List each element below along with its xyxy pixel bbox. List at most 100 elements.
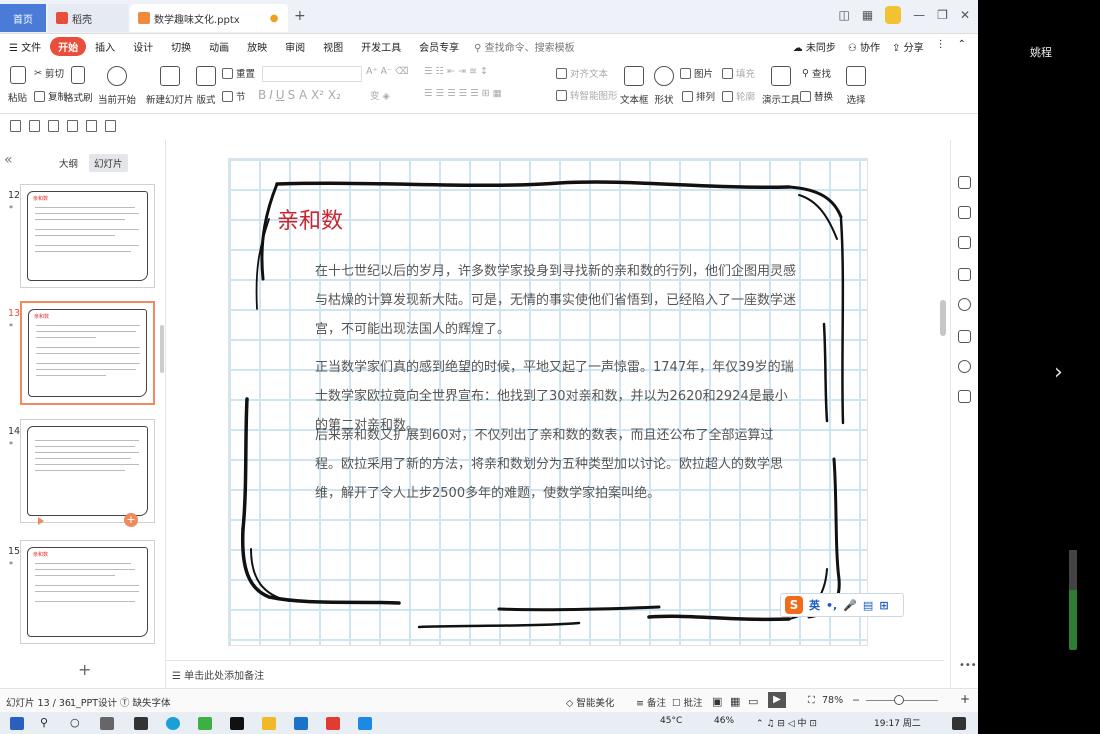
more-icon[interactable]: ⋮: [936, 39, 946, 54]
menu-view[interactable]: 视图: [314, 39, 352, 54]
outline-button[interactable]: 轮廓: [722, 89, 755, 103]
zoom-slider-knob[interactable]: [894, 695, 904, 705]
paragraph-align-buttons[interactable]: ☰ ☰ ☰ ☰ ☰ ⊞ ▦: [424, 88, 502, 99]
thumb-play-icon[interactable]: [38, 517, 44, 525]
zoom-out-icon[interactable]: −: [852, 695, 860, 706]
copy-button[interactable]: 复制: [34, 89, 67, 103]
menu-animation[interactable]: 动画: [200, 39, 238, 54]
wps-icon[interactable]: [326, 717, 340, 730]
menu-slideshow[interactable]: 放映: [238, 39, 276, 54]
menu-insert[interactable]: 插入: [86, 39, 124, 54]
cortana-icon[interactable]: ○: [70, 716, 80, 729]
canvas-scroll-knob[interactable]: [940, 300, 946, 336]
current-slide[interactable]: 亲和数 在十七世纪以后的岁月，许多数学家投身到寻找新的亲和数的行列，他们企图用灵…: [228, 158, 868, 646]
notification-icon[interactable]: [952, 717, 966, 730]
sync-button[interactable]: ☁ 未同步: [793, 39, 836, 54]
canvas-scrollbar[interactable]: [940, 150, 948, 650]
align-text-button[interactable]: 对齐文本: [556, 66, 608, 80]
format-painter-button[interactable]: 格式刷: [64, 66, 93, 104]
menu-member[interactable]: 会员专享: [410, 39, 468, 54]
shield-icon[interactable]: [958, 330, 971, 343]
user-avatar[interactable]: [885, 6, 902, 24]
search-icon[interactable]: ⚲: [40, 716, 48, 729]
list-buttons[interactable]: ☰ ☷ ⇤ ⇥ ≋ ↕: [424, 66, 488, 77]
collab-button[interactable]: ⚇ 协作: [848, 39, 880, 54]
slideshow-play-icon[interactable]: ▶: [768, 692, 786, 708]
font-size-buttons[interactable]: A⁺ A⁻ ⌫: [366, 66, 409, 77]
sogou-ime-toolbar[interactable]: S 英 •, 🎤 ▤ ⊞: [780, 593, 904, 617]
replace-button[interactable]: 替换: [800, 89, 833, 103]
slide-thumbnail-15[interactable]: 亲和数: [20, 540, 155, 644]
preview-icon[interactable]: [67, 120, 78, 132]
browser-e-icon[interactable]: [198, 717, 212, 730]
slide-thumbnail-14[interactable]: [20, 419, 155, 523]
menu-developer[interactable]: 开发工具: [352, 39, 410, 54]
textbox-button[interactable]: 文本框: [620, 66, 649, 106]
tab-slides[interactable]: 幻灯片: [89, 154, 128, 172]
app-fan-icon[interactable]: [134, 717, 148, 730]
tab-daoke[interactable]: 稻壳: [48, 4, 128, 32]
theme-name[interactable]: 1_PPT设计: [70, 695, 117, 709]
new-tab-plus-icon[interactable]: +: [294, 8, 306, 24]
next-arrow-icon[interactable]: ›: [1054, 360, 1063, 385]
text-effects[interactable]: 变 ◈: [370, 88, 390, 102]
to-smartart-button[interactable]: 转智能图形: [556, 88, 618, 102]
undo-icon[interactable]: [86, 120, 97, 132]
tab-outline[interactable]: 大纲: [54, 154, 83, 172]
edge-browser-icon[interactable]: [166, 717, 180, 730]
picture-button[interactable]: 图片: [680, 66, 713, 80]
command-search[interactable]: ⚲ 查找命令、搜索模板: [474, 39, 575, 54]
missing-font-button[interactable]: Ⓣ 缺失字体: [120, 695, 171, 709]
help-icon[interactable]: [958, 298, 971, 311]
more-options-icon[interactable]: •••: [959, 660, 977, 671]
copy-pane-icon[interactable]: [958, 268, 971, 281]
file-explorer-icon[interactable]: [262, 717, 276, 730]
layout-icon[interactable]: ◫: [838, 8, 849, 22]
rocket-icon[interactable]: [958, 176, 971, 189]
zoom-in-icon[interactable]: +: [960, 692, 970, 706]
menu-home[interactable]: 开始: [50, 36, 87, 56]
export-icon[interactable]: [48, 120, 59, 132]
ime-punct[interactable]: •,: [826, 599, 837, 612]
redo-icon[interactable]: [105, 120, 116, 132]
find-button[interactable]: ⚲ 查找: [802, 66, 831, 81]
task-view-icon[interactable]: [100, 717, 114, 730]
cut-button[interactable]: ✂ 剪切: [34, 66, 64, 81]
reading-view-icon[interactable]: ▭: [748, 695, 758, 708]
menu-review[interactable]: 审阅: [276, 39, 314, 54]
location-icon[interactable]: [958, 360, 971, 373]
layout-button[interactable]: 版式: [196, 66, 216, 106]
add-slide-after-icon[interactable]: +: [124, 513, 138, 527]
close-icon[interactable]: ✕: [960, 8, 970, 22]
share-button[interactable]: ⇪ 分享: [892, 39, 924, 54]
print-icon[interactable]: [29, 120, 40, 132]
fit-window-icon[interactable]: ⛶: [808, 695, 815, 706]
reset-button[interactable]: 重置: [222, 66, 255, 80]
normal-view-icon[interactable]: ▣: [712, 695, 722, 708]
font-style-buttons[interactable]: B I U S A X² X₂: [258, 88, 341, 102]
notes-toggle-button[interactable]: ≡ 备注: [636, 695, 666, 709]
thumbnail-scrollbar[interactable]: [160, 325, 164, 373]
book-icon[interactable]: [958, 390, 971, 403]
notes-area[interactable]: ☰ 单击此处添加备注: [166, 660, 944, 688]
keyboard-icon[interactable]: ▤: [863, 599, 873, 612]
collapse-ribbon-icon[interactable]: ⌃: [958, 39, 966, 54]
grid-icon[interactable]: ▦: [862, 8, 873, 22]
slide-thumbnail-12[interactable]: 亲和数: [20, 184, 155, 288]
app-blue-icon[interactable]: [358, 717, 372, 730]
ime-language[interactable]: 英: [809, 597, 820, 613]
tab-home[interactable]: 首页: [0, 4, 46, 32]
windows-start-icon[interactable]: [10, 717, 24, 730]
present-tools-button[interactable]: 演示工具: [762, 66, 800, 106]
new-slide-button[interactable]: 新建幻灯片: [146, 66, 194, 106]
zoom-level[interactable]: 78%: [822, 695, 843, 706]
font-name-box[interactable]: [262, 66, 362, 82]
comment-button[interactable]: ☐ 批注: [672, 695, 703, 709]
app-store-icon[interactable]: [294, 717, 308, 730]
shape-button[interactable]: 形状: [654, 66, 674, 106]
menu-file[interactable]: ☰ 文件: [0, 39, 50, 54]
tab-document[interactable]: 数学趣味文化.pptx ●: [130, 4, 288, 32]
play-from-current-button[interactable]: 当前开始: [98, 66, 136, 106]
menu-transition[interactable]: 切换: [162, 39, 200, 54]
slide-thumbnail-13[interactable]: 亲和数: [20, 301, 155, 405]
